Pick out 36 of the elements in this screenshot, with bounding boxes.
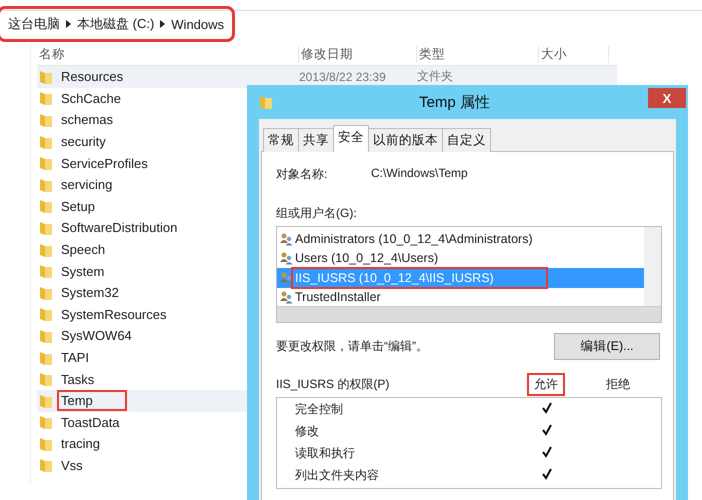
group-label: 组或用户名(G): (276, 205, 358, 222)
permission-name: 列出文件夹内容 (295, 466, 380, 484)
file-name: tracing (60, 435, 102, 452)
file-name: SystemResources (60, 306, 168, 323)
object-label: 对象名称: (276, 166, 328, 183)
file-name: ToastData (60, 414, 121, 431)
file-date: 2013/8/22 23:39 (299, 70, 386, 84)
user-name: Users (10_0_12_4\Users) (295, 251, 438, 266)
file-name: Vss (60, 456, 84, 474)
user-name: TrustedInstaller (295, 290, 381, 304)
user-name: Administrators (10_0_12_4\Administrators) (295, 232, 533, 246)
file-name: Resources (60, 68, 124, 86)
file-name: schemas (60, 111, 114, 128)
permissions-label: IIS_IUSRS 的权限(P) (276, 376, 390, 393)
file-name: Temp (59, 392, 125, 410)
file-name: SysWOW64 (60, 327, 133, 344)
file-name: SchCache (60, 90, 122, 107)
file-name: System (60, 262, 106, 280)
file-name: servicing (60, 176, 114, 194)
file-type: 文件夹 (417, 69, 453, 84)
file-name: security (60, 133, 107, 150)
file-name: SoftwareDistribution (60, 219, 178, 236)
file-name: ServiceProfiles (60, 154, 149, 172)
permission-name: 修改 (295, 422, 320, 440)
permission-name: 完全控制 (295, 400, 344, 418)
file-name: Speech (60, 241, 106, 258)
deny-header: 拒绝 (605, 376, 631, 393)
hint-text: 要更改权限，请单击“编辑”。 (276, 338, 428, 355)
file-name: Setup (60, 198, 96, 215)
dialog-title: Temp 属性 (419, 92, 490, 112)
file-name: TAPI (60, 349, 90, 366)
file-name: Tasks (60, 370, 96, 388)
permission-name: 读取和执行 (295, 444, 356, 462)
file-name: System32 (60, 284, 120, 302)
allow-header: 允许 (530, 376, 562, 393)
object-path: C:\Windows\Temp (371, 166, 468, 182)
